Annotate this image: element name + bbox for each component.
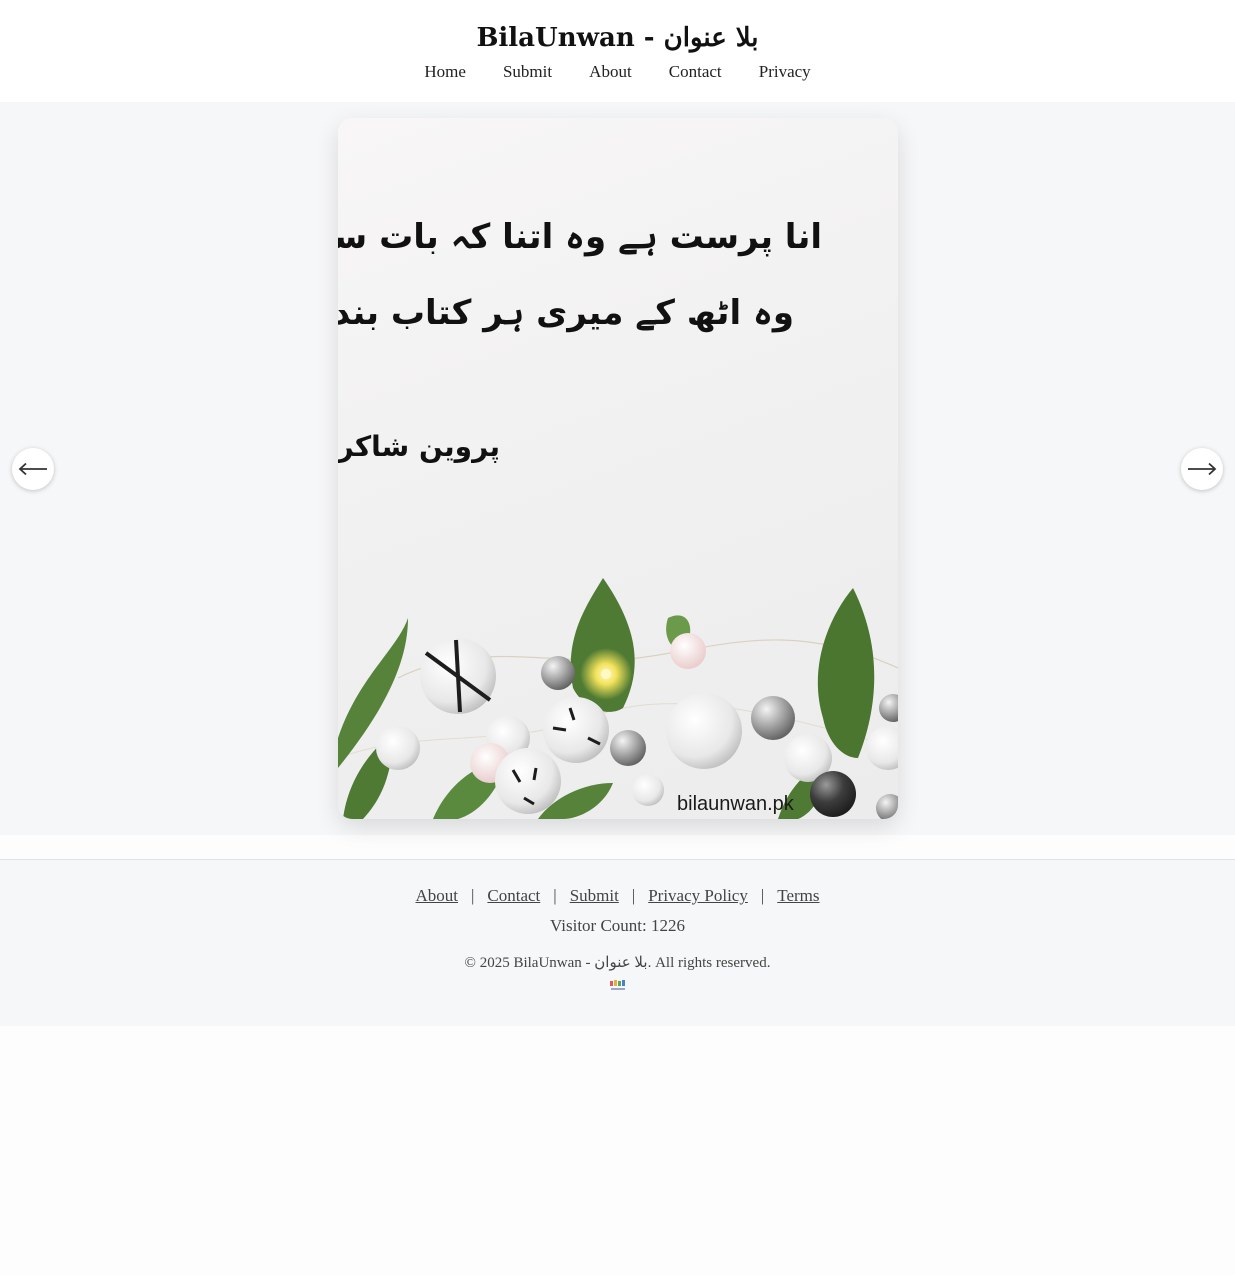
top-nav: Home Submit About Contact Privacy (0, 62, 1235, 82)
footer-separator: | (760, 886, 765, 905)
carousel-prev-button[interactable] (12, 448, 54, 490)
nav-about-link[interactable]: About (589, 62, 632, 82)
nav-contact-link[interactable]: Contact (669, 62, 722, 82)
poem-line: انا پرست ہے وہ اتنا کہ بات سے پہلے (338, 217, 822, 257)
footer-separator: | (553, 886, 557, 905)
poet-name: پروین شاکر (338, 430, 500, 463)
footer-links: About | Contact | Submit | Privacy Policy | Term… (0, 860, 1235, 906)
copyright-text: © 2025 BilaUnwan - بلا عنوان. All rights… (464, 955, 771, 971)
footer-submit-link[interactable]: Submit (570, 886, 619, 905)
site-footer: About | Contact | Submit | Privacy Policy | Term… (0, 859, 1235, 1026)
footer-terms-link[interactable]: Terms (777, 886, 819, 905)
poem-line: وہ اٹھ کے میری ہر کتاب بند کر دے گا (338, 293, 794, 333)
footer-privacy-policy-link[interactable]: Privacy Policy (648, 886, 748, 905)
footer-separator: | (470, 886, 475, 905)
nav-privacy-link[interactable]: Privacy (759, 62, 811, 82)
footer-separator: | (631, 886, 636, 905)
carousel-next-button[interactable] (1181, 448, 1223, 490)
arrow-right-icon (1188, 462, 1217, 476)
christmas-bells-decoration (338, 578, 898, 819)
footer-contact-link[interactable]: Contact (487, 886, 540, 905)
watermark-text: bilaunwan.pk (677, 793, 794, 815)
arrow-left-icon (18, 462, 47, 476)
nav-submit-link[interactable]: Submit (503, 62, 552, 82)
nav-home-link[interactable]: Home (424, 62, 466, 82)
visitor-count: Visitor Count: 1226 (550, 916, 685, 935)
site-header: BilaUnwan - بلا عنوان Home Submit About … (0, 0, 1235, 102)
footer-about-link[interactable]: About (415, 886, 458, 905)
poetry-slide-card: انا پرست ہے وہ اتنا کہ بات سے پہلے وہ اٹ… (338, 118, 898, 819)
site-logo-icon (609, 980, 625, 990)
site-title: BilaUnwan - بلا عنوان (476, 23, 759, 53)
poetry-carousel: انا پرست ہے وہ اتنا کہ بات سے پہلے وہ اٹ… (0, 102, 1235, 835)
